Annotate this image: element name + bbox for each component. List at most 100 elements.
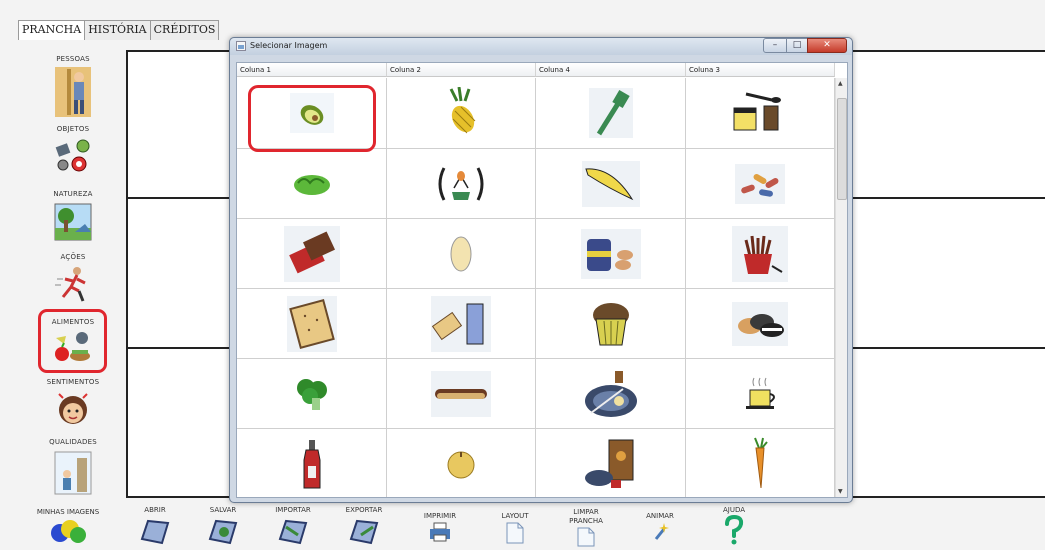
image-cell-banana[interactable] — [536, 149, 686, 219]
import-button[interactable]: IMPORTAR — [270, 506, 316, 545]
window-icon — [236, 41, 246, 51]
toolbar-label: MINHAS IMAGENS — [36, 508, 100, 516]
cracker-and-drink-icon — [431, 295, 491, 352]
help-button[interactable]: AJUDA — [716, 506, 752, 545]
selected-category-highlight — [38, 309, 107, 373]
column-header[interactable]: Coluna 3 — [686, 63, 835, 77]
image-cell-carrot[interactable] — [686, 429, 835, 497]
my-images-button[interactable]: MINHAS IMAGENS — [28, 508, 108, 543]
food-selection-icon — [438, 166, 484, 201]
image-cell-cracker-drink[interactable] — [387, 289, 536, 359]
image-cell-cereal[interactable] — [536, 429, 686, 497]
image-cell-sausages[interactable] — [686, 149, 835, 219]
ketchup-bottle-icon — [303, 439, 320, 488]
running-person-icon — [55, 267, 86, 302]
toolbar-label: LIMPAR — [573, 508, 599, 516]
image-cell-ketchup[interactable] — [237, 429, 387, 497]
image-cell-chocolate[interactable] — [237, 219, 387, 289]
tab-bar: PRANCHA HISTÓRIA CRÉDITOS — [18, 20, 220, 40]
carrot-icon — [754, 437, 768, 488]
category-acoes[interactable]: AÇÕES — [33, 253, 113, 305]
minimize-button[interactable]: – — [763, 38, 787, 53]
image-cell-spatula[interactable] — [536, 78, 686, 149]
print-button[interactable]: IMPRIMIR — [418, 512, 462, 543]
image-cell-cookies[interactable] — [686, 289, 835, 359]
question-mark-icon — [725, 515, 744, 545]
tab-historia[interactable]: HISTÓRIA — [84, 20, 151, 40]
spatula-icon — [588, 88, 633, 138]
magic-wand-icon — [654, 523, 669, 540]
cookies-icon — [732, 301, 788, 346]
onion-icon — [447, 451, 475, 478]
image-cell-meal[interactable] — [536, 359, 686, 429]
category-qualidades[interactable]: QUALIDADES — [33, 438, 113, 496]
category-objetos[interactable]: OBJETOS — [33, 125, 113, 173]
coffee-cup-icon — [746, 377, 775, 409]
colored-circles-icon — [51, 520, 86, 543]
category-sentimentos[interactable]: SENTIMENTOS — [33, 378, 113, 430]
layout-button[interactable]: LAYOUT — [495, 512, 535, 545]
tab-prancha[interactable]: PRANCHA — [18, 20, 86, 40]
save-button[interactable]: SALVAR — [203, 506, 243, 545]
category-label: SENTIMENTOS — [46, 378, 100, 386]
image-cell-broccoli[interactable] — [237, 359, 387, 429]
image-cell-hotdog[interactable] — [387, 359, 536, 429]
printer-icon — [430, 522, 450, 542]
vertical-scrollbar[interactable]: ▲ ▼ — [835, 78, 847, 497]
animate-button[interactable]: ANIMAR — [640, 512, 680, 543]
dialog-titlebar[interactable]: Selecionar Imagem – □ ✕ — [230, 38, 852, 55]
image-cell-food-selection[interactable] — [387, 149, 536, 219]
toolbar-label: EXPORTAR — [345, 506, 383, 514]
close-icon: ✕ — [823, 40, 831, 50]
toolbar-label: LAYOUT — [501, 512, 529, 520]
maximize-button[interactable]: □ — [786, 38, 808, 53]
close-button[interactable]: ✕ — [807, 38, 847, 53]
category-label: NATUREZA — [53, 190, 93, 198]
dialog-title: Selecionar Imagem — [250, 41, 328, 50]
scroll-down-icon[interactable]: ▼ — [838, 488, 843, 495]
image-cell-potato[interactable] — [387, 219, 536, 289]
scroll-up-icon[interactable]: ▲ — [838, 80, 843, 87]
protein-snack-icon — [580, 228, 641, 279]
toolbar-label: SALVAR — [209, 506, 237, 514]
image-cell-cracker[interactable] — [237, 289, 387, 359]
toolbar-label: AJUDA — [722, 506, 746, 514]
cracker-icon — [286, 295, 337, 352]
image-cell-pineapple[interactable] — [387, 78, 536, 149]
scrollbar-thumb[interactable] — [837, 98, 847, 200]
open-button[interactable]: ABRIR — [135, 506, 175, 545]
pineapple-icon — [449, 87, 476, 134]
save-icon — [208, 519, 238, 545]
toolbar-label: ABRIR — [144, 506, 166, 514]
category-natureza[interactable]: NATUREZA — [33, 190, 113, 242]
image-cell-snack[interactable] — [536, 219, 686, 289]
qualities-icon — [54, 451, 92, 495]
column-header[interactable]: Coluna 1 — [237, 63, 387, 77]
select-image-dialog: Selecionar Imagem – □ ✕ Coluna 1 Coluna … — [229, 37, 853, 503]
image-cell-onion[interactable] — [387, 429, 536, 497]
breakfast-items-icon — [733, 92, 781, 131]
blank-page-icon — [577, 527, 595, 547]
toolbar-label: ANIMAR — [646, 512, 674, 520]
clear-board-button[interactable]: LIMPAR PRANCHA — [562, 508, 610, 548]
image-cell-breakfast[interactable] — [686, 78, 835, 149]
selected-image-highlight — [248, 85, 376, 152]
column-header[interactable]: Coluna 4 — [536, 63, 686, 77]
column-header[interactable]: Coluna 2 — [387, 63, 536, 77]
image-cell-lettuce[interactable] — [237, 149, 387, 219]
cereal-breakfast-icon — [584, 439, 633, 488]
image-cell-fries[interactable] — [686, 219, 835, 289]
chocolate-bar-icon — [283, 225, 340, 282]
category-label: PESSOAS — [56, 55, 90, 63]
export-button[interactable]: EXPORTAR — [340, 506, 388, 545]
lettuce-icon — [293, 174, 330, 195]
image-cell-coffee[interactable] — [686, 359, 835, 429]
banana-icon — [581, 160, 640, 207]
image-cell-muffin[interactable] — [536, 289, 686, 359]
category-label: OBJETOS — [56, 125, 90, 133]
tab-creditos[interactable]: CRÉDITOS — [149, 20, 220, 40]
person-icon — [55, 67, 91, 117]
toolbar-label: PRANCHA — [569, 517, 603, 525]
export-icon — [349, 519, 379, 545]
category-pessoas[interactable]: PESSOAS — [33, 55, 113, 117]
